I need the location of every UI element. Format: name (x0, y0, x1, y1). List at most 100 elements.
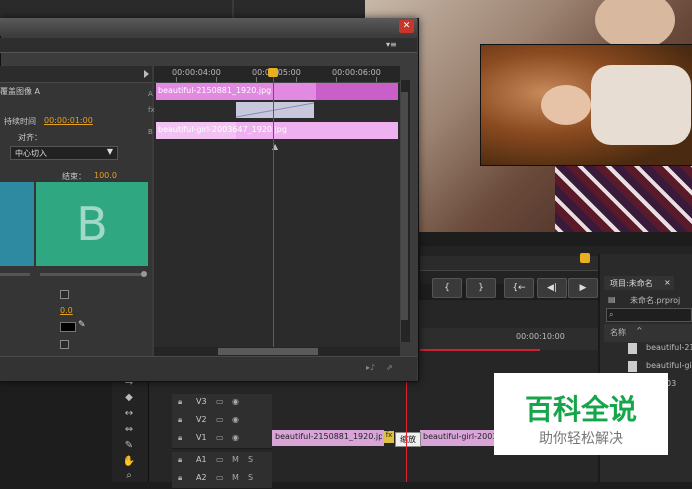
pen-icon[interactable]: ✎ (122, 440, 136, 452)
slip-icon[interactable]: ⇔ (122, 424, 136, 436)
image-file-icon (628, 343, 637, 354)
photo-sweater-shape (591, 65, 691, 145)
mark-in-button[interactable]: { (432, 278, 462, 298)
hand-icon[interactable]: ✋ (122, 456, 136, 468)
timeline-clip[interactable]: beautiful-girl-2003 (420, 430, 500, 446)
zoom-tooltip: 缩放 (395, 432, 421, 447)
eye-icon[interactable]: ◉ (232, 433, 239, 442)
lock-icon[interactable]: 🔒︎ (178, 455, 182, 465)
razor-icon[interactable]: ◆ (122, 392, 136, 404)
ripple-edit-icon[interactable]: ↔ (122, 408, 136, 420)
vertical-scroll-thumb[interactable] (401, 92, 408, 320)
eye-icon[interactable]: ◉ (232, 397, 239, 406)
close-button[interactable]: ✕ (399, 20, 414, 33)
track-header-v2[interactable]: 🔒︎ V2 ▭ ◉ (172, 412, 272, 431)
row-label-b: B (148, 128, 153, 136)
monitor-ruler[interactable] (420, 256, 600, 271)
preview-sweater-shape (555, 160, 692, 232)
row-label-fx: fx (148, 106, 155, 114)
track-label: A1 (196, 455, 207, 464)
list-item-name: beautiful-gir (646, 361, 692, 370)
dialog-title-bar[interactable] (0, 18, 417, 36)
border-width-value[interactable]: 0.0 (60, 306, 73, 315)
tab-project[interactable]: 项目:未命名 × (604, 276, 674, 290)
end-value[interactable]: 100.0 (94, 171, 117, 180)
ruler-tick (296, 77, 297, 82)
folder-icon: ▤ (608, 295, 616, 304)
track-header-a1[interactable]: 🔒︎ A1 ▭ M S (172, 452, 272, 471)
end-slider[interactable] (40, 273, 144, 276)
film-icon[interactable]: ▭ (216, 433, 224, 442)
zoom-icon[interactable]: ⌕ (122, 470, 136, 482)
watermark-subtitle: 助你轻松解决 (539, 431, 623, 447)
column-name-label: 名称 (610, 328, 626, 337)
end-slider-handle[interactable] (141, 271, 147, 277)
project-file-name: 未命名.prproj (630, 296, 681, 305)
transition-block[interactable] (235, 102, 315, 118)
mute-toggle[interactable]: M (232, 473, 239, 482)
align-dropdown-value: 中心切入 (15, 149, 47, 158)
sync-icon[interactable]: ▭ (216, 455, 224, 464)
play-button[interactable]: ▶ (568, 278, 598, 298)
duration-label: 持续时间 (4, 117, 36, 126)
align-dropdown[interactable]: 中心切入 ▼ (10, 146, 118, 160)
border-color-swatch[interactable] (60, 322, 76, 332)
align-label: 对齐： (18, 133, 42, 142)
lock-icon[interactable]: 🔒︎ (178, 397, 182, 407)
track-label: A2 (196, 473, 207, 482)
mute-toggle[interactable]: M (232, 455, 239, 464)
timeline-ruler-time: 00:00:10:00 (516, 332, 565, 341)
start-slider[interactable] (0, 273, 30, 276)
eye-icon[interactable]: ◉ (232, 415, 239, 424)
track-header-v3[interactable]: 🔒︎ V3 ▭ ◉ (172, 394, 272, 413)
monitor-playhead-marker[interactable] (580, 253, 590, 263)
ruler-tick-label: 00:00:04:00 (172, 68, 221, 77)
track-header-a2[interactable]: 🔒︎ A2 ▭ M S (172, 470, 272, 489)
chevron-down-icon: ▼ (106, 147, 113, 156)
show-actual-sources-checkbox[interactable] (60, 290, 69, 299)
timeline-ruler[interactable]: 00:00:10:00 (420, 328, 598, 350)
step-back-button[interactable]: ◀| (537, 278, 567, 298)
tools-panel: ⇉ ◆ ↔ ⇔ ✎ ✋ ⌕ (112, 372, 149, 482)
search-input[interactable]: ⌕ (606, 308, 692, 322)
ruler-tick (216, 77, 217, 82)
track-label: V1 (196, 433, 207, 442)
ruler-tick (376, 77, 377, 82)
footer-nav-icon[interactable]: ▸♪ (366, 363, 375, 372)
fx-badge[interactable]: fx (384, 431, 394, 443)
play-icon[interactable] (144, 70, 149, 78)
film-icon[interactable]: ▭ (216, 397, 224, 406)
dialog-playhead[interactable] (273, 70, 274, 356)
timeline-clip[interactable]: beautiful-2150881_1920.jpg (272, 430, 384, 446)
panel-menu-icon[interactable]: ▾≡ (386, 40, 400, 50)
clip-name: beautiful-2150881_1920.jpg (275, 432, 382, 441)
work-area-bar[interactable] (420, 349, 540, 351)
sync-icon[interactable]: ▭ (216, 473, 224, 482)
dialog-footer: ▸♪ ⇗ (0, 356, 417, 381)
solo-toggle[interactable]: S (248, 455, 253, 464)
footer-export-icon[interactable]: ⇗ (386, 363, 393, 372)
transition-ramp (235, 102, 315, 118)
dialog-header (0, 38, 417, 53)
solo-toggle[interactable]: S (248, 473, 253, 482)
dialog-playhead-marker[interactable] (268, 68, 278, 77)
list-item[interactable]: beautiful-21 (604, 340, 692, 358)
duration-value[interactable]: 00:00:01:00 (44, 116, 93, 125)
clip-b-name: beautiful-girl-2003647_1920.jpg (158, 125, 287, 134)
ruler-tick (336, 77, 337, 82)
horizontal-scroll-thumb[interactable] (218, 348, 318, 355)
row-label-a: A (148, 90, 153, 98)
ruler-tick (256, 77, 257, 82)
ruler-tick (176, 77, 177, 82)
overlay-photo (480, 44, 692, 166)
go-to-in-button[interactable]: {← (504, 278, 534, 298)
preview-face-shape (595, 0, 675, 50)
eyedropper-icon[interactable]: ✎ (78, 320, 86, 330)
mark-out-button[interactable]: } (466, 278, 496, 298)
close-icon[interactable]: × (664, 278, 671, 287)
lock-icon[interactable]: 🔒︎ (178, 415, 182, 425)
film-icon[interactable]: ▭ (216, 415, 224, 424)
lock-icon[interactable]: 🔒︎ (178, 433, 182, 443)
reverse-checkbox[interactable] (60, 340, 69, 349)
track-header-v1[interactable]: 🔒︎ V1 ▭ ◉ (172, 430, 272, 449)
